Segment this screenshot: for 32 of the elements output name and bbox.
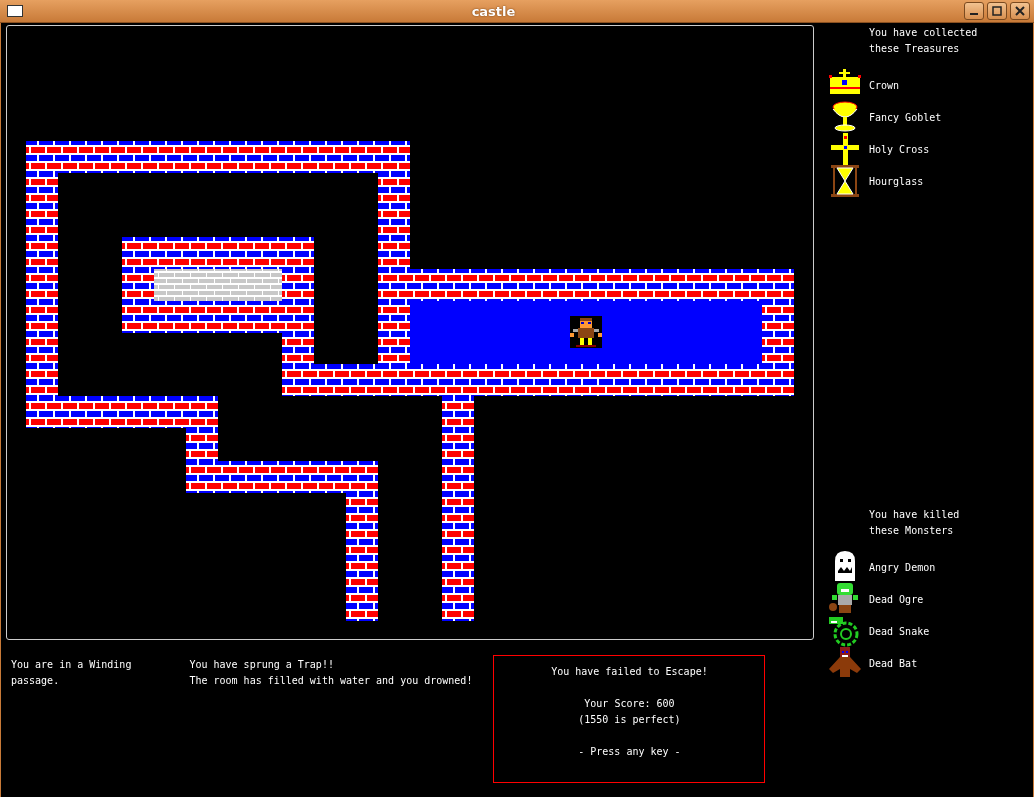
window-title: castle (470, 3, 517, 19)
goblet-icon (829, 101, 861, 133)
event-message: You have sprung a Trap!! (189, 658, 335, 672)
maximize-icon (992, 6, 1002, 16)
cross-icon (829, 133, 861, 165)
item-label: Fancy Goblet (869, 111, 942, 123)
result-title: You have failed to Escape! (550, 665, 709, 679)
item-label: Dead Snake (869, 625, 930, 637)
item-label: Dead Ogre (869, 593, 924, 605)
item-label: Angry Demon (869, 561, 936, 573)
item-label: Holy Cross (869, 143, 930, 155)
score-text: Your Score: 600 (583, 697, 676, 711)
section-heading: You have killed these Monsters (869, 508, 961, 538)
hourglass-icon (829, 165, 861, 197)
close-icon (1015, 6, 1025, 16)
close-button[interactable] (1010, 2, 1030, 20)
ogre-icon (829, 583, 861, 615)
item-label: Hourglass (869, 175, 924, 187)
item-label: Crown (869, 79, 900, 91)
bat-icon (829, 647, 861, 679)
item-label: Dead Bat (869, 657, 918, 669)
minimize-icon (970, 13, 978, 15)
player-character (570, 316, 602, 348)
snake-icon (829, 615, 861, 647)
perfect-score-text: (1550 is perfect) (577, 713, 682, 727)
section-heading: You have collected these Treasures (869, 26, 979, 56)
maximize-button[interactable] (987, 2, 1007, 20)
location-text: You are in a Winding passage. (11, 658, 133, 688)
event-message: The room has filled with water and you drowned! (189, 674, 474, 688)
minimize-button[interactable] (964, 2, 984, 20)
prompt-text: - Press any key - (577, 745, 682, 759)
window-icon (7, 5, 23, 17)
